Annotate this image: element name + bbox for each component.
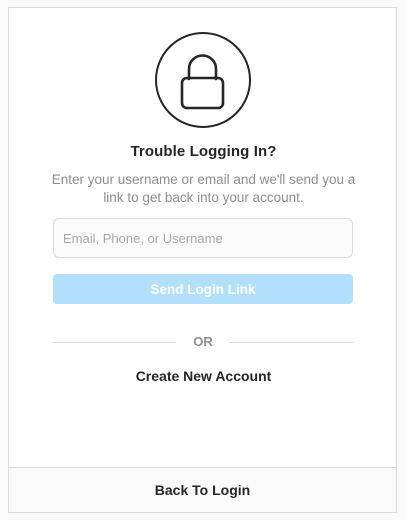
- create-account-link[interactable]: Create New Account: [9, 368, 398, 384]
- lock-icon: [155, 32, 251, 128]
- instructions-text: Enter your username or email and we'll s…: [51, 172, 356, 205]
- or-divider: OR: [53, 334, 353, 350]
- divider-line-right: [230, 342, 353, 343]
- password-reset-card: Trouble Logging In? Enter your username …: [8, 7, 397, 468]
- identifier-input[interactable]: [53, 218, 353, 258]
- lock-icon-graphic: [180, 54, 225, 110]
- page-title: Trouble Logging In?: [130, 143, 277, 160]
- send-login-link-button[interactable]: Send Login Link: [53, 274, 353, 304]
- back-to-login-link[interactable]: Back To Login: [8, 467, 397, 513]
